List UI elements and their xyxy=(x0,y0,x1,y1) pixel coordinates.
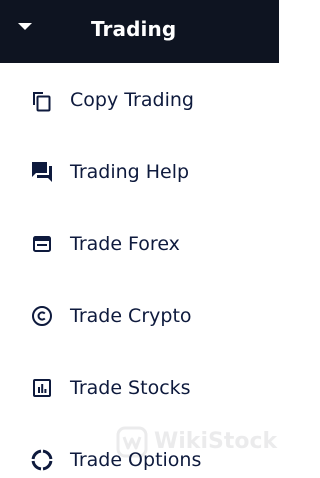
copy-icon xyxy=(30,88,54,112)
menu-item-trading-help[interactable]: Trading Help xyxy=(0,144,279,200)
menu-item-label: Trade Options xyxy=(70,449,202,471)
menu-item-copy-trading[interactable]: Copy Trading xyxy=(0,72,279,128)
trading-section-header[interactable]: Trading xyxy=(0,0,279,63)
forex-card-icon xyxy=(30,232,54,256)
menu-item-label: Copy Trading xyxy=(70,89,194,111)
menu-item-trade-forex[interactable]: Trade Forex xyxy=(0,216,279,272)
caret-down-icon[interactable] xyxy=(14,15,36,37)
menu-item-trade-options[interactable]: Trade Options xyxy=(0,432,279,478)
chat-bubbles-icon xyxy=(30,160,54,184)
menu-item-label: Trade Stocks xyxy=(70,377,191,399)
circle-segments-icon xyxy=(30,448,54,472)
menu-item-label: Trade Crypto xyxy=(70,305,192,327)
section-title: Trading xyxy=(91,17,177,41)
bar-chart-icon xyxy=(30,376,54,400)
menu-item-trade-stocks[interactable]: Trade Stocks xyxy=(0,360,279,416)
menu-item-trade-crypto[interactable]: Trade Crypto xyxy=(0,288,279,344)
menu-item-label: Trade Forex xyxy=(70,233,180,255)
trading-menu-panel: Trading Copy Trading Trading Help Trade … xyxy=(0,0,279,478)
copyright-circle-icon xyxy=(30,304,54,328)
menu-item-label: Trading Help xyxy=(70,161,190,183)
